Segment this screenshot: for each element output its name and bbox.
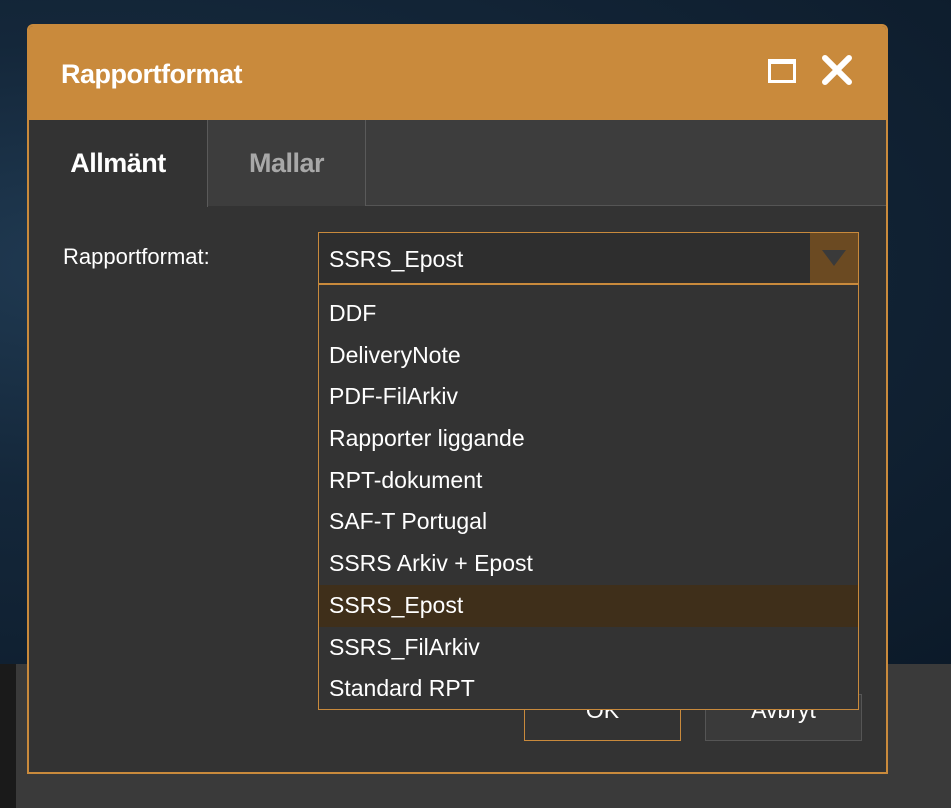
dropdown-option[interactable]: SAF-T Portugal	[319, 501, 858, 543]
report-format-dialog: Rapportformat Allmänt Mallar Rapportform…	[27, 24, 888, 774]
tab-general[interactable]: Allmänt	[29, 120, 208, 207]
chevron-down-icon	[822, 250, 846, 266]
report-format-select[interactable]: SSRS_Epost	[318, 232, 859, 284]
dropdown-arrow-icon[interactable]	[810, 233, 858, 283]
tab-bar: Allmänt Mallar	[29, 120, 886, 207]
tab-templates[interactable]: Mallar	[208, 120, 366, 206]
maximize-icon[interactable]	[768, 59, 796, 83]
dropdown-option[interactable]: Rapporter liggande	[319, 418, 858, 460]
report-format-dropdown-list: DDF DeliveryNote PDF-FilArkiv Rapporter …	[318, 284, 859, 710]
dropdown-option[interactable]: SSRS Arkiv + Epost	[319, 543, 858, 585]
dropdown-option[interactable]: SSRS_FilArkiv	[319, 627, 858, 669]
report-format-value: SSRS_Epost	[329, 246, 464, 272]
dropdown-option-selected[interactable]: SSRS_Epost	[319, 584, 858, 627]
background-edge	[0, 664, 16, 808]
close-icon[interactable]	[819, 52, 855, 88]
report-format-label: Rapportformat:	[63, 244, 210, 269]
dialog-titlebar: Rapportformat	[29, 26, 886, 120]
dropdown-option[interactable]: RPT-dokument	[319, 460, 858, 502]
dropdown-option[interactable]: PDF-FilArkiv	[319, 376, 858, 418]
dialog-title: Rapportformat	[61, 59, 243, 89]
dropdown-option[interactable]: DDF	[319, 293, 858, 335]
dropdown-option[interactable]: Standard RPT	[319, 668, 858, 710]
dropdown-option[interactable]: DeliveryNote	[319, 335, 858, 377]
